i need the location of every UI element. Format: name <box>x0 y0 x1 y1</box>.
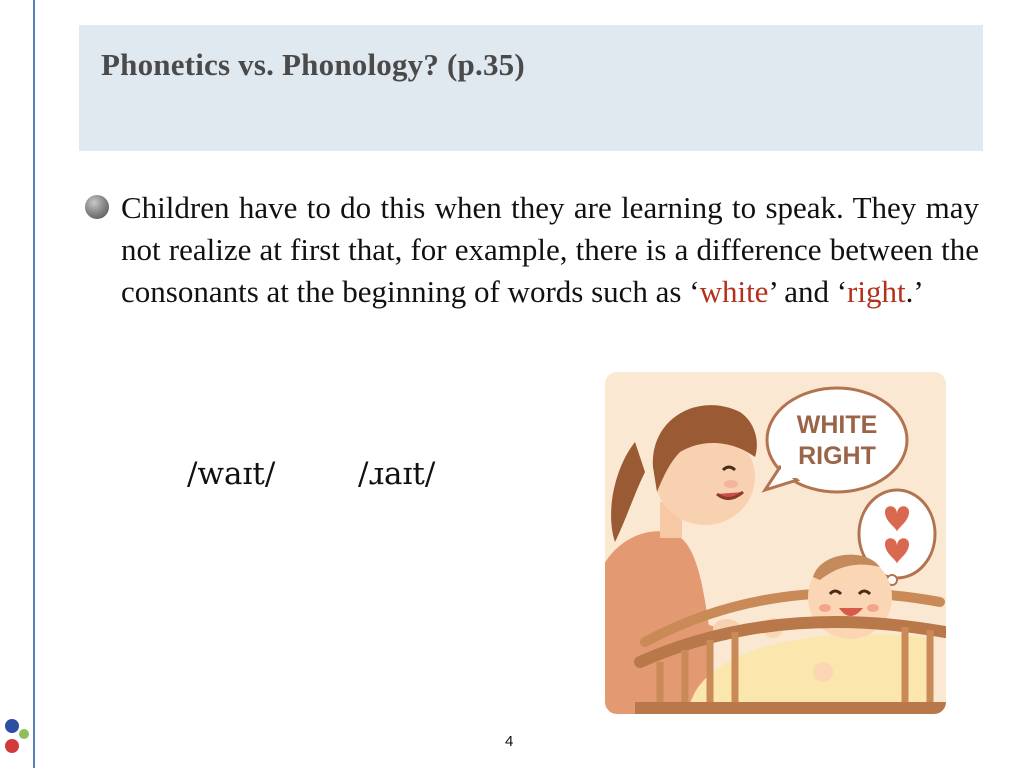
bubble-word-right: RIGHT <box>798 442 876 470</box>
corner-logo-icon <box>5 719 29 753</box>
ipa-transcription-right: /ɹaɪt/ <box>358 456 436 492</box>
mother-baby-illustration: WHITE RIGHT <box>605 372 946 714</box>
illustration-svg: WHITE RIGHT <box>605 372 946 714</box>
bubble-word-white: WHITE <box>797 411 878 439</box>
title-box: Phonetics vs. Phonology? (p.35) <box>79 25 983 151</box>
slide-title: Phonetics vs. Phonology? (p.35) <box>101 47 525 82</box>
body-paragraph: Children have to do this when they are l… <box>121 187 979 313</box>
highlight-word-right: right <box>847 274 906 309</box>
bullet-icon <box>85 195 109 219</box>
body-text-middle: ’ and ‘ <box>768 274 848 309</box>
left-vertical-rule <box>33 0 35 768</box>
body-text-end: .’ <box>905 274 924 309</box>
page-number: 4 <box>505 733 514 750</box>
ipa-transcription-white: /waɪt/ <box>187 456 276 492</box>
highlight-word-white: white <box>699 274 769 309</box>
